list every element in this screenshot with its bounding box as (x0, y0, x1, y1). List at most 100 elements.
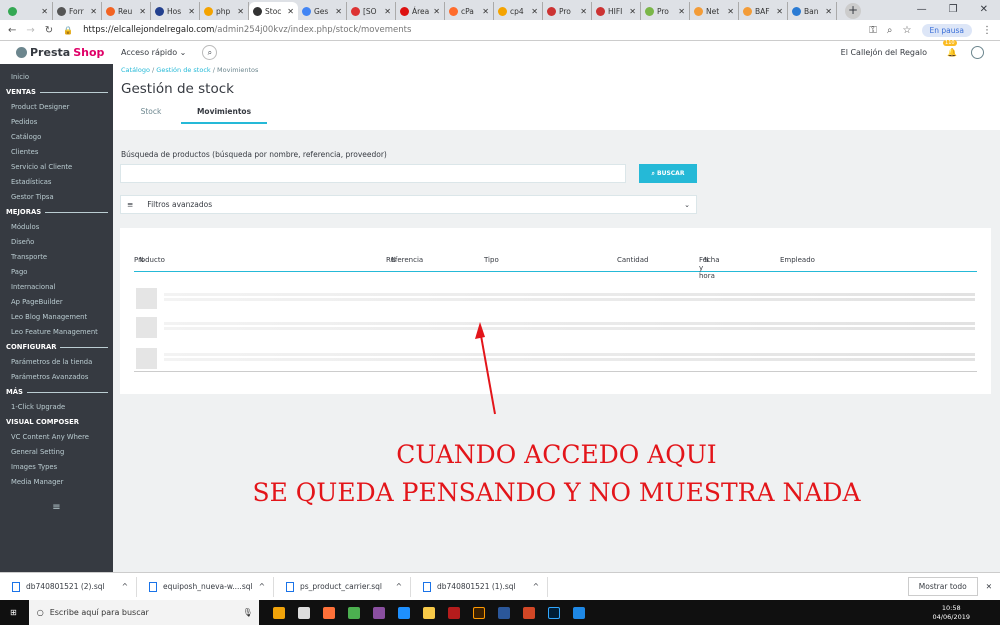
close-tab-icon[interactable]: ✕ (482, 7, 489, 16)
download-item[interactable]: ps_product_carrier.sql ^ (274, 576, 411, 597)
sidebar-item[interactable]: Servicio al Cliente (0, 160, 113, 175)
edge-icon[interactable] (397, 606, 410, 619)
sidebar-item[interactable]: Estadísticas (0, 175, 113, 190)
close-tab-icon[interactable]: ✕ (678, 7, 685, 16)
sidebar-item[interactable]: Diseño (0, 235, 113, 250)
menu-icon[interactable]: ⋮ (982, 25, 992, 36)
browser-tab[interactable]: Ban ✕ (788, 2, 837, 20)
browser-tab[interactable]: Forr ✕ (53, 2, 102, 20)
close-tab-icon[interactable]: ✕ (825, 7, 832, 16)
sidebar-item[interactable]: Product Designer (0, 100, 113, 115)
close-window-icon[interactable]: ✕ (980, 4, 988, 15)
quick-access-dropdown[interactable]: Acceso rápido ⌄ (121, 48, 186, 57)
sidebar-item[interactable]: Parámetros Avanzados (0, 370, 113, 385)
download-item[interactable]: equiposh_nueva-w....sql ^ (137, 576, 274, 597)
sidebar-item[interactable]: General Setting (0, 445, 113, 460)
close-tab-icon[interactable]: ✕ (776, 7, 783, 16)
shop-name-link[interactable]: El Callejón del Regalo (841, 48, 927, 57)
close-tab-icon[interactable]: ✕ (727, 7, 734, 16)
word-icon[interactable] (497, 606, 510, 619)
star-icon[interactable]: ☆ (903, 25, 912, 36)
clock[interactable]: 10:58 04/06/2019 (933, 604, 970, 622)
illustrator-icon[interactable] (472, 606, 485, 619)
close-tab-icon[interactable]: ✕ (531, 7, 538, 16)
photoshop-icon[interactable] (547, 606, 560, 619)
chrome-icon[interactable] (347, 606, 360, 619)
close-tab-icon[interactable]: ✕ (629, 7, 636, 16)
browser-tab[interactable]: Reu ✕ (102, 2, 151, 20)
forward-icon[interactable]: → (26, 25, 34, 36)
minimize-icon[interactable]: — (917, 4, 927, 15)
folder-icon[interactable] (422, 606, 435, 619)
close-tab-icon[interactable]: ✕ (433, 7, 440, 16)
browser-tab[interactable]: [SO ✕ (347, 2, 396, 20)
browser-tab[interactable]: cPa ✕ (445, 2, 494, 20)
browser-tab[interactable]: cp4 ✕ (494, 2, 543, 20)
close-tab-icon[interactable]: ✕ (139, 7, 146, 16)
key-icon[interactable]: ⚿ (869, 25, 877, 36)
notifications-bell-icon[interactable]: 🔔 110 (943, 40, 957, 57)
close-tab-icon[interactable]: ✕ (580, 7, 587, 16)
restore-icon[interactable]: ❐ (949, 4, 958, 15)
download-item[interactable]: db740801521 (2).sql ^ (0, 576, 137, 597)
sidebar-item[interactable]: Pago (0, 265, 113, 280)
powerpoint-icon[interactable] (522, 606, 535, 619)
sidebar-item[interactable]: Inicio (0, 70, 113, 85)
sidebar-item[interactable]: Catálogo (0, 130, 113, 145)
browser-tab[interactable]: Pro ✕ (543, 2, 592, 20)
sidebar-item[interactable]: Clientes (0, 145, 113, 160)
zoom-icon[interactable]: ⌕ (887, 25, 893, 36)
collapse-menu-icon[interactable]: ≡ (0, 502, 113, 513)
browser-tab[interactable]: Stoc ✕ (249, 2, 298, 20)
reload-icon[interactable]: ↻ (45, 25, 53, 36)
show-all-button[interactable]: Mostrar todo (907, 577, 978, 596)
browser-tab[interactable]: Hos ✕ (151, 2, 200, 20)
chevron-up-icon[interactable]: ^ (122, 582, 128, 591)
sidebar-item[interactable]: Leo Feature Management (0, 325, 113, 340)
close-tab-icon[interactable]: ✕ (41, 7, 48, 16)
firefox-icon[interactable] (322, 606, 335, 619)
app-icon[interactable] (572, 606, 585, 619)
search-icon[interactable]: ⌕ (202, 45, 218, 60)
outlook-icon[interactable] (272, 606, 285, 619)
chevron-up-icon[interactable]: ^ (396, 582, 402, 591)
close-tab-icon[interactable]: ✕ (237, 7, 244, 16)
sidebar-item[interactable]: Ap PageBuilder (0, 295, 113, 310)
user-avatar-icon[interactable] (971, 46, 984, 59)
sidebar-item[interactable]: Internacional (0, 280, 113, 295)
back-icon[interactable]: ← (8, 25, 16, 36)
url-field[interactable]: https://elcallejondelregalo.com/admin254… (83, 25, 859, 35)
taskbar-search[interactable]: ○ Escribe aquí para buscar 🎙 (28, 600, 259, 625)
filezilla-icon[interactable] (447, 606, 460, 619)
app-icon[interactable] (372, 606, 385, 619)
sidebar-item[interactable]: Media Manager (0, 475, 113, 490)
browser-tab[interactable]: Net ✕ (690, 2, 739, 20)
close-tab-icon[interactable]: ✕ (287, 7, 294, 16)
close-tab-icon[interactable]: ✕ (188, 7, 195, 16)
sidebar-item[interactable]: Images Types (0, 460, 113, 475)
sidebar-item[interactable]: Parámetros de la tienda (0, 355, 113, 370)
profile-button[interactable]: En pausa (921, 23, 972, 37)
sidebar-item[interactable]: Leo Blog Management (0, 310, 113, 325)
download-item[interactable]: db740801521 (1).sql ^ (411, 576, 548, 597)
new-tab-button[interactable]: + (845, 3, 861, 19)
sidebar-item[interactable]: Pedidos (0, 115, 113, 130)
browser-tab[interactable]: Área ✕ (396, 2, 445, 20)
close-icon[interactable]: ✕ (986, 582, 992, 591)
sidebar-item[interactable]: Gestor Tipsa (0, 190, 113, 205)
browser-tab[interactable]: HIFI ✕ (592, 2, 641, 20)
sidebar-item[interactable]: Transporte (0, 250, 113, 265)
chevron-up-icon[interactable]: ^ (533, 582, 539, 591)
prestashop-logo[interactable]: Presta Shop (0, 46, 113, 59)
browser-tab[interactable]: Ges ✕ (298, 2, 347, 20)
sidebar-item[interactable]: Módulos (0, 220, 113, 235)
os-app-icon[interactable] (297, 606, 310, 619)
browser-tab[interactable]: BAF ✕ (739, 2, 788, 20)
browser-tab[interactable]: php ✕ (200, 2, 249, 20)
windows-start-icon[interactable]: ⊞ (10, 608, 17, 617)
sidebar-item[interactable]: VC Content Any Where (0, 430, 113, 445)
chevron-up-icon[interactable]: ^ (259, 582, 265, 591)
browser-tab[interactable]: ✕ (4, 2, 53, 20)
sidebar-item[interactable]: 1-Click Upgrade (0, 400, 113, 415)
browser-tab[interactable]: Pro ✕ (641, 2, 690, 20)
